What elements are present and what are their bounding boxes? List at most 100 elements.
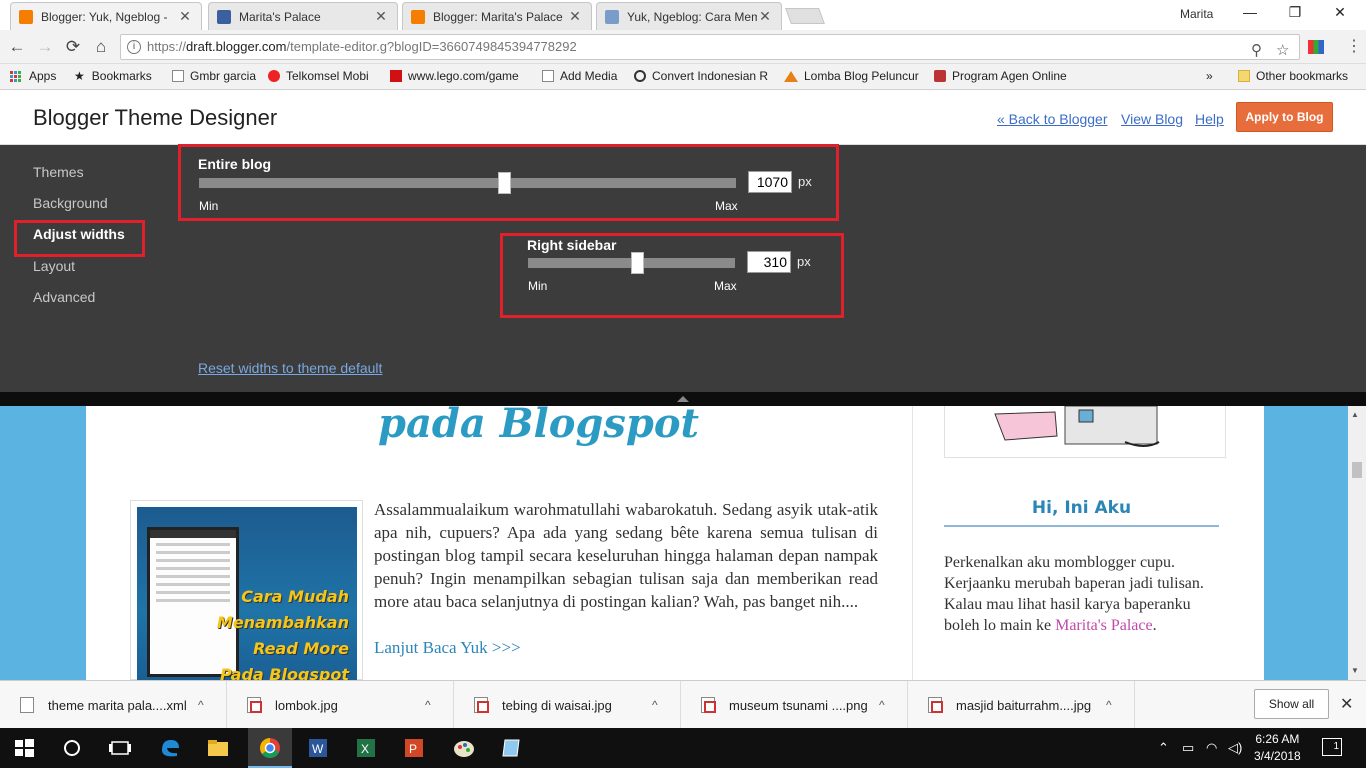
scroll-down-icon[interactable]: ▼	[1351, 666, 1359, 675]
entire-blog-slider-handle[interactable]	[498, 172, 511, 194]
image-file-icon	[928, 697, 943, 713]
entire-blog-slider-track[interactable]	[199, 178, 736, 188]
chrome-icon[interactable]	[258, 736, 282, 760]
apply-to-blog-button[interactable]: Apply to Blog	[1236, 102, 1333, 132]
thumbnail-image: Cara Mudah Menambahkan Read More Pada Bl…	[137, 507, 357, 680]
chrome-menu-icon[interactable]: ⋮	[1346, 36, 1362, 56]
bookmark-lego[interactable]: www.lego.com/game	[390, 69, 528, 83]
bookmark-telkomsel[interactable]: Telkomsel Mobi	[268, 69, 380, 83]
system-clock[interactable]: 6:26 AM 3/4/2018	[1254, 731, 1301, 765]
scrollbar-thumb[interactable]	[1352, 462, 1362, 478]
bookmark-add-media[interactable]: Add Media	[542, 69, 630, 83]
chevron-up-icon[interactable]: ^	[1106, 698, 1112, 712]
close-download-bar-icon[interactable]: ✕	[1340, 694, 1353, 714]
chevron-up-icon[interactable]: ^	[652, 698, 658, 712]
windows-taskbar: W X P ⌃ ▭ ◠ ◁) 6:26 AM 3/4/2018 1	[0, 728, 1366, 768]
bookmark-label: Add Media	[560, 69, 618, 83]
back-arrow-icon[interactable]: ←	[6, 36, 28, 58]
post-title[interactable]: pada Blogspot	[378, 406, 699, 447]
close-tab-icon[interactable]: ✕	[177, 8, 193, 25]
bookmark-label: Gmbr garcia	[190, 69, 257, 83]
tab-blogger-maritas-palace[interactable]: Blogger: Marita's Palace ✕	[402, 2, 592, 30]
volume-icon[interactable]: ◁)	[1228, 740, 1242, 756]
tab-yuk-ngeblog-cara[interactable]: Yuk, Ngeblog: Cara Mem ✕	[596, 2, 782, 30]
forward-arrow-icon[interactable]: →	[34, 36, 56, 58]
chevron-up-icon[interactable]: ^	[425, 698, 431, 712]
reload-icon[interactable]: ⟳	[62, 36, 84, 58]
close-tab-icon[interactable]: ✕	[757, 8, 773, 25]
bookmark-apps[interactable]: Apps	[10, 69, 56, 83]
word-icon[interactable]: W	[306, 736, 330, 760]
file-explorer-icon[interactable]	[206, 736, 230, 760]
maritas-palace-link[interactable]: Marita's Palace	[1055, 617, 1153, 634]
close-tab-icon[interactable]: ✕	[373, 8, 389, 25]
svg-text:P: P	[409, 742, 417, 756]
tray-chevron-up-icon[interactable]: ⌃	[1158, 740, 1169, 756]
nav-background[interactable]: Background	[33, 195, 108, 211]
read-more-link[interactable]: Lanjut Baca Yuk >>>	[374, 638, 521, 658]
right-sidebar-width-input[interactable]: 310	[747, 251, 791, 273]
powerpoint-icon[interactable]: P	[402, 736, 426, 760]
download-item[interactable]: lombok.jpg ^	[227, 681, 454, 729]
chevron-up-icon[interactable]: ^	[198, 698, 204, 712]
show-all-button[interactable]: Show all	[1254, 689, 1329, 719]
bookmark-bookmarks[interactable]: ★ Bookmarks	[74, 69, 164, 83]
info-icon[interactable]: i	[127, 40, 141, 54]
right-sidebar-slider-handle[interactable]	[631, 252, 644, 274]
nav-advanced[interactable]: Advanced	[33, 289, 95, 305]
minimize-icon[interactable]: —	[1230, 4, 1270, 24]
bookmark-star-icon[interactable]: ☆	[1276, 39, 1289, 63]
entire-blog-width-input[interactable]: 1070	[748, 171, 792, 193]
close-tab-icon[interactable]: ✕	[567, 8, 583, 25]
page-icon	[542, 70, 554, 82]
collapse-caret-icon[interactable]	[677, 396, 689, 402]
cortana-icon[interactable]	[60, 736, 84, 760]
settings-panel: Themes Background Adjust widths Layout A…	[0, 144, 1366, 392]
tab-maritas-palace[interactable]: Marita's Palace ✕	[208, 2, 398, 30]
bookmark-label: Telkomsel Mobi	[286, 69, 369, 83]
download-item[interactable]: tebing di waisai.jpg ^	[454, 681, 681, 729]
scroll-up-icon[interactable]: ▲	[1351, 410, 1359, 419]
bookmark-gmbr-garcia[interactable]: Gmbr garcia	[172, 69, 262, 83]
window-close-icon[interactable]: ✕	[1320, 4, 1360, 24]
notepad-icon[interactable]	[500, 736, 524, 760]
chevron-up-icon[interactable]: ^	[879, 698, 885, 712]
nav-layout[interactable]: Layout	[33, 258, 75, 274]
tab-blogger-yuk-ngeblog[interactable]: Blogger: Yuk, Ngeblog - ✕	[10, 2, 202, 30]
excel-icon[interactable]: X	[354, 736, 378, 760]
edge-icon[interactable]	[158, 736, 182, 760]
download-item[interactable]: museum tsunami ....png ^	[681, 681, 908, 729]
help-link[interactable]: Help	[1195, 111, 1224, 127]
start-icon[interactable]	[12, 736, 36, 760]
bookmark-convert[interactable]: Convert Indonesian R	[634, 69, 772, 83]
telkomsel-icon	[268, 70, 280, 82]
blog-m-icon	[217, 9, 231, 24]
bookmark-lomba-blog[interactable]: Lomba Blog Peluncur	[784, 69, 922, 83]
bookmarks-overflow-icon[interactable]: »	[1206, 69, 1213, 83]
post-thumbnail[interactable]: Cara Mudah Menambahkan Read More Pada Bl…	[130, 500, 363, 680]
new-tab-button[interactable]	[785, 8, 825, 24]
view-blog-link[interactable]: View Blog	[1121, 111, 1183, 127]
battery-icon[interactable]: ▭	[1182, 740, 1194, 756]
address-bar[interactable]: i https://draft.blogger.com/template-edi…	[120, 34, 1300, 60]
extension-icon[interactable]	[1308, 40, 1324, 54]
download-item[interactable]: masjid baiturrahm....jpg ^	[908, 681, 1135, 729]
profile-name[interactable]: Marita	[1180, 7, 1213, 21]
back-to-blogger-link[interactable]: « Back to Blogger	[997, 111, 1108, 127]
task-view-icon[interactable]	[108, 736, 132, 760]
wifi-icon[interactable]: ◠	[1206, 740, 1217, 756]
preview-scrollbar[interactable]: ▲ ▼	[1348, 406, 1366, 680]
reset-widths-link[interactable]: Reset widths to theme default	[198, 360, 382, 376]
home-icon[interactable]: ⌂	[90, 36, 112, 58]
zoom-icon[interactable]: ⚲	[1251, 39, 1262, 63]
bookmark-other[interactable]: Other bookmarks	[1238, 69, 1348, 83]
thumbnail-caption-line: Pada Blogspot	[219, 665, 349, 680]
maximize-icon[interactable]: ❐	[1275, 4, 1315, 24]
notification-center-icon[interactable]: 1	[1322, 738, 1342, 756]
bookmark-program-agen[interactable]: Program Agen Online	[934, 69, 1072, 83]
paint-icon[interactable]	[452, 736, 476, 760]
about-text-end: .	[1152, 617, 1157, 634]
nav-themes[interactable]: Themes	[33, 164, 84, 180]
download-item[interactable]: theme marita pala....xml ^	[0, 681, 227, 729]
panel-collapse-bar[interactable]	[0, 392, 1366, 406]
